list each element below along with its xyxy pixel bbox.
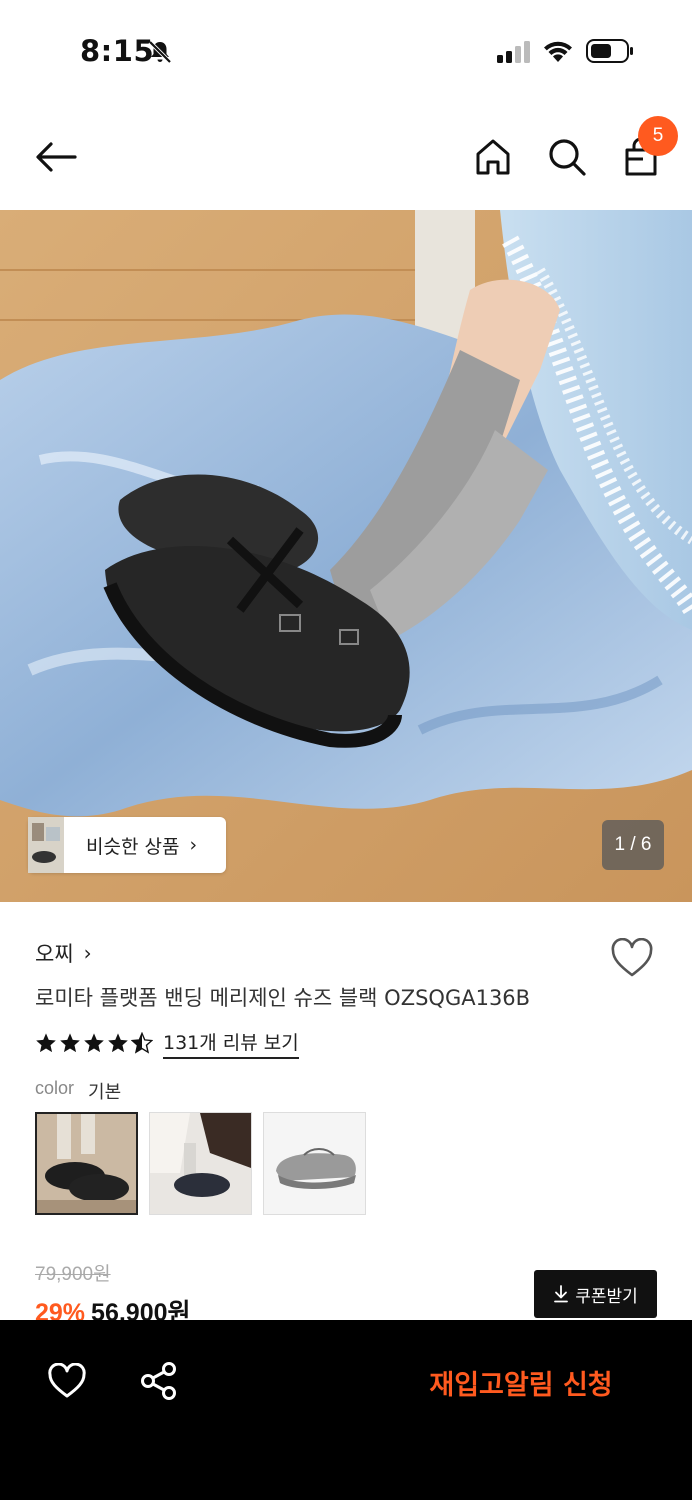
share-button[interactable]	[136, 1358, 182, 1404]
swatch-thumbnail-1[interactable]	[35, 1112, 138, 1215]
image-page-counter: 1 / 6	[602, 820, 664, 870]
star-full-icon	[60, 1033, 80, 1053]
back-button[interactable]	[30, 134, 82, 180]
similar-products-button[interactable]: 비슷한 상품 ›	[28, 817, 226, 873]
product-title: 로미타 플랫폼 밴딩 메리제인 슈즈 블랙 OZSQGA136B	[35, 986, 531, 1010]
swatch-thumbnail-3[interactable]	[263, 1112, 366, 1215]
star-full-icon	[108, 1033, 128, 1053]
wifi-icon	[544, 41, 572, 62]
home-icon	[476, 139, 510, 175]
star-half-icon	[131, 1032, 153, 1054]
brand-link[interactable]: 오찌 ›	[35, 938, 92, 968]
download-icon	[554, 1285, 569, 1303]
rating-row: 131개 리뷰 보기	[35, 1028, 299, 1059]
color-option-row: color 기본	[35, 1078, 121, 1104]
cart-count-badge: 5	[638, 116, 678, 156]
status-bar: 8:15	[0, 0, 692, 104]
color-swatches	[35, 1112, 366, 1215]
bottom-action-bar: 재입고알림 신청	[0, 1320, 692, 1500]
restock-notification-button[interactable]: 재입고알림 신청	[380, 1350, 662, 1414]
bell-off-icon	[148, 40, 172, 64]
star-rating	[35, 1032, 153, 1054]
top-nav-bar: 5	[0, 104, 692, 210]
product-photo	[0, 210, 692, 902]
chevron-right-icon: ›	[83, 941, 92, 965]
home-button[interactable]	[470, 132, 516, 182]
battery-icon	[586, 39, 633, 63]
heart-outline-icon	[611, 938, 653, 977]
arrow-left-icon	[36, 142, 77, 172]
similar-products-label: 비슷한 상품	[86, 835, 180, 858]
brand-name: 오찌	[35, 942, 74, 966]
reviews-link[interactable]: 131개 리뷰 보기	[163, 1028, 299, 1059]
coupon-download-button[interactable]: 쿠폰받기	[534, 1270, 657, 1318]
wishlist-button[interactable]	[608, 935, 656, 981]
star-full-icon	[36, 1033, 56, 1053]
star-full-icon	[84, 1033, 104, 1053]
color-value: 기본	[88, 1082, 122, 1103]
search-button[interactable]	[543, 132, 591, 182]
swatch-thumbnail-2[interactable]	[149, 1112, 252, 1215]
bottom-wishlist-button[interactable]	[44, 1358, 90, 1404]
original-price: 79,900원	[35, 1264, 111, 1285]
product-image-gallery[interactable]: 비슷한 상품 › 1 / 6	[0, 210, 692, 902]
color-label: color	[35, 1078, 75, 1098]
status-time: 8:15	[80, 34, 155, 68]
heart-outline-icon	[48, 1363, 86, 1398]
chevron-right-icon: ›	[189, 834, 198, 856]
coupon-label: 쿠폰받기	[575, 1286, 638, 1307]
share-icon	[141, 1362, 176, 1400]
search-icon	[549, 139, 586, 176]
similar-products-thumbnail	[28, 817, 64, 873]
signal-icon	[497, 41, 530, 63]
